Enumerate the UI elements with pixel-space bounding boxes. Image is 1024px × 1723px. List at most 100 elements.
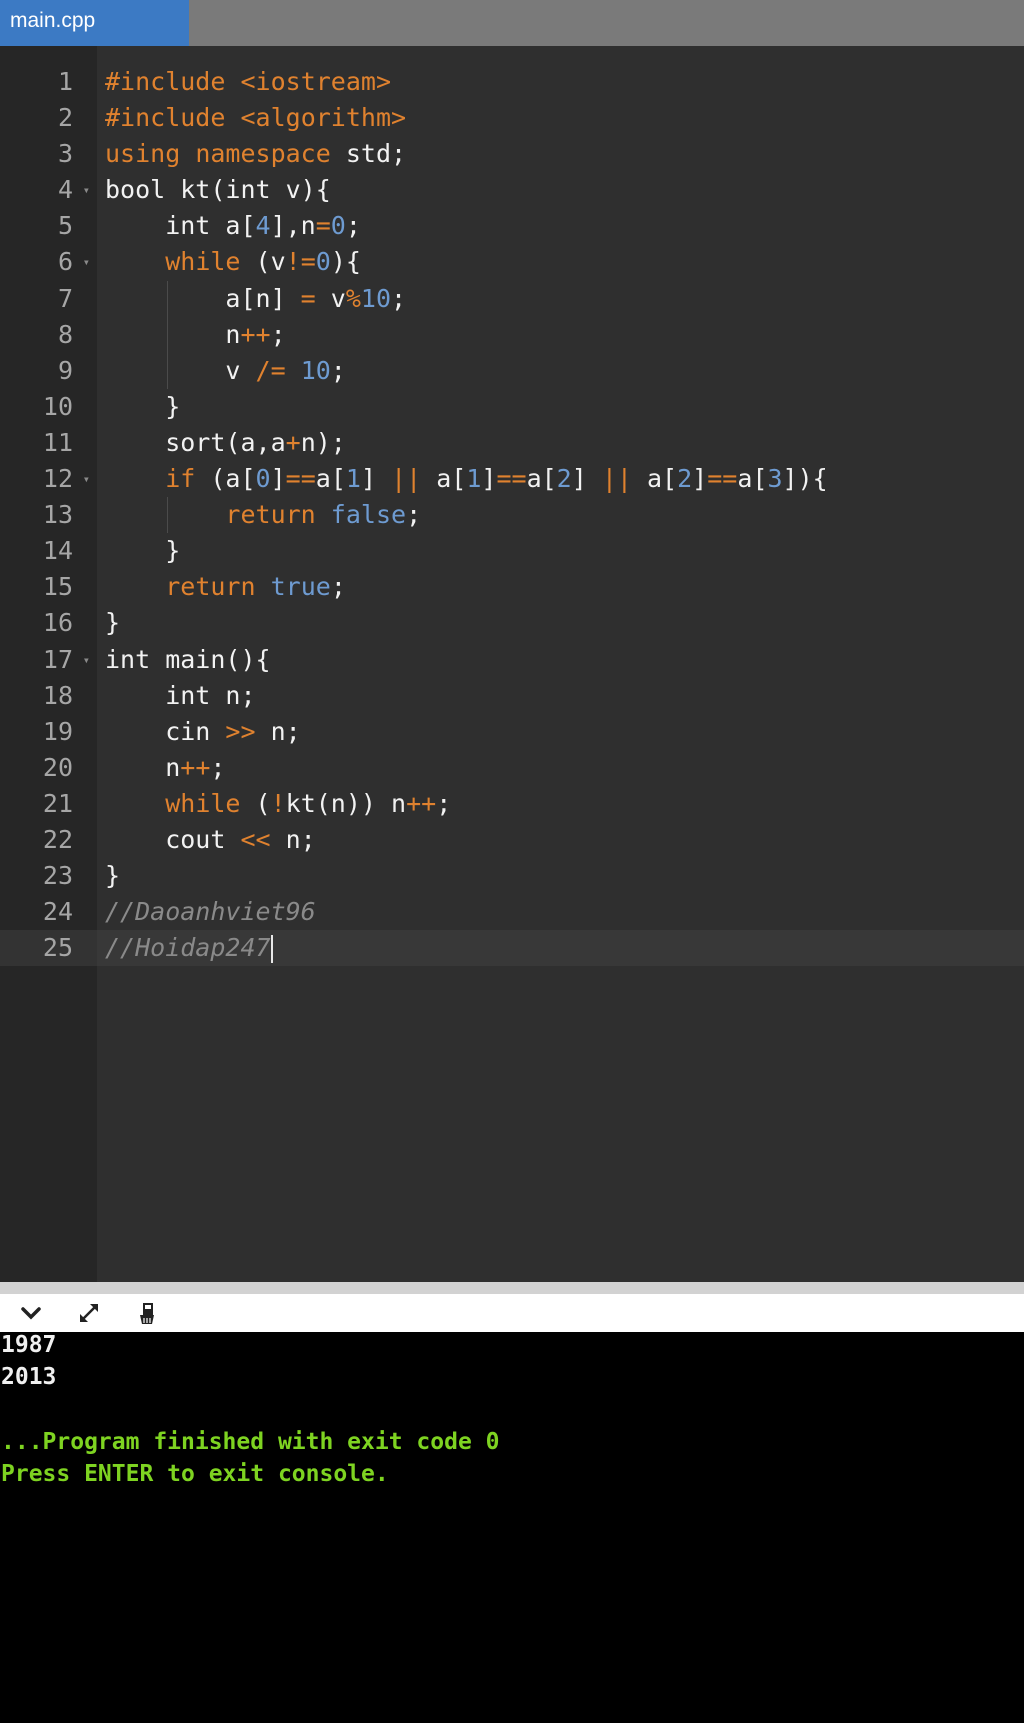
code-line[interactable]: 10 } (0, 389, 1024, 425)
line-number: 14 (0, 533, 97, 569)
code-line[interactable]: 6 ▾ while (v!=0){ (0, 244, 1024, 280)
exit-code-message: ...Program finished with exit code 0 (1, 1429, 500, 1455)
code-line[interactable]: 25 //Hoidap247 (0, 930, 1024, 967)
line-number: 20 (0, 750, 97, 786)
fold-toggle-icon[interactable]: ▾ (83, 244, 90, 280)
line-number: 3 (0, 136, 97, 172)
line-number-text: 10 (42, 391, 73, 421)
line-number-text: 13 (42, 500, 73, 530)
line-number: 17 ▾ (0, 642, 97, 678)
line-number-text: 5 (57, 211, 73, 241)
text-cursor (270, 935, 273, 964)
tab-bar: main.cpp (0, 0, 1024, 46)
code-line[interactable]: 19 cin >> n; (0, 714, 1024, 750)
code-text: } (105, 536, 181, 566)
code-text: n++; (105, 752, 226, 782)
line-number: 5 (0, 208, 97, 244)
code-line[interactable]: 4 ▾ bool kt(int v){ (0, 172, 1024, 208)
code-text: #include <iostream> (105, 67, 391, 96)
line-number: 24 (0, 894, 97, 930)
code-line[interactable]: 5 int a[4],n=0; (0, 208, 1024, 244)
console-resize-handle[interactable] (0, 1282, 1024, 1294)
code-line[interactable]: 1 #include <iostream> (0, 64, 1024, 100)
chevron-down-icon[interactable] (16, 1298, 46, 1328)
code-text: return false; (225, 500, 422, 530)
line-number-text: 7 (57, 283, 73, 313)
line-number: 2 (0, 100, 97, 136)
line-number-text: 2 (57, 103, 73, 133)
code-line[interactable]: 8 n++; (0, 316, 1024, 353)
line-number: 4 ▾ (0, 172, 97, 208)
line-number: 11 (0, 425, 97, 461)
line-number: 8 (0, 317, 97, 353)
line-number-text: 16 (42, 608, 73, 638)
code-text: while (v!=0){ (165, 247, 361, 277)
code-line[interactable]: 3 using namespace std; (0, 136, 1024, 172)
line-number-text: 6 (57, 247, 73, 277)
code-line[interactable]: 2 #include <algorithm> (0, 100, 1024, 136)
line-number: 18 (0, 678, 97, 714)
code-text: //Daoanhviet96 (105, 897, 316, 927)
line-number-text: 9 (57, 355, 73, 385)
console-output[interactable]: 1987 2013 ...Program finished with exit … (0, 1332, 1024, 1723)
line-number: 7 (0, 281, 97, 317)
line-number-text: 4 (57, 175, 73, 205)
code-line[interactable]: 12 ▾ if (a[0]==a[1] || a[1]==a[2] || a[2]… (0, 461, 1024, 497)
code-text: n++; (105, 319, 286, 349)
code-text: } (105, 391, 181, 421)
line-number: 16 (0, 605, 97, 641)
line-number-text: 11 (42, 427, 73, 457)
line-number-text: 1 (57, 67, 73, 96)
console-output-line: 1987 (1, 1332, 57, 1358)
line-number-text: 23 (42, 861, 73, 891)
code-line[interactable]: 15 return true; (0, 569, 1024, 605)
code-line[interactable]: 11 sort(a,a+n); (0, 425, 1024, 461)
press-enter-message: Press ENTER to exit console. (1, 1461, 389, 1487)
code-text: while (!kt(n)) n++; (165, 788, 452, 818)
code-text: #include <algorithm> (105, 103, 407, 133)
code-line[interactable]: 7 a[n] = v%10; (0, 280, 1024, 317)
line-number-text: 8 (57, 319, 73, 349)
code-text: //Hoidap247 (105, 933, 273, 964)
line-number-text: 12 (42, 464, 73, 494)
code-line[interactable]: 16} (0, 605, 1024, 641)
code-line[interactable]: 23} (0, 858, 1024, 894)
code-text: } (105, 608, 121, 638)
code-line[interactable]: 21 while (!kt(n)) n++; (0, 786, 1024, 822)
code-line[interactable]: 13 return false; (0, 497, 1024, 534)
line-number-text: 20 (42, 752, 73, 782)
code-text: cin >> n; (105, 716, 301, 746)
code-text: return true; (165, 572, 346, 602)
code-line[interactable]: 24 //Daoanhviet96 (0, 894, 1024, 930)
line-number: 19 (0, 714, 97, 750)
code-text: using namespace std; (105, 139, 407, 169)
line-number-text: 21 (42, 788, 73, 818)
fold-toggle-icon[interactable]: ▾ (83, 642, 90, 678)
code-editor[interactable]: 1 #include <iostream> 2 #include <algorithm… (0, 46, 1024, 1282)
line-number-text: 24 (42, 897, 73, 927)
code-text: v /= 10; (105, 355, 346, 385)
code-line[interactable]: 9 v /= 10; (0, 352, 1024, 389)
line-number-text: 17 (42, 644, 73, 674)
fold-toggle-icon[interactable]: ▾ (83, 172, 90, 208)
line-number: 23 (0, 858, 97, 894)
code-line[interactable]: 22 cout << n; (0, 822, 1024, 858)
code-line[interactable]: 14 } (0, 533, 1024, 569)
line-number-text: 19 (42, 716, 73, 746)
code-text: cout << n; (105, 824, 316, 854)
line-number-text: 15 (42, 572, 73, 602)
code-line[interactable]: 18 int n; (0, 678, 1024, 714)
tab-main-cpp[interactable]: main.cpp (0, 0, 189, 46)
code-line[interactable]: 17 ▾ int main(){ (0, 642, 1024, 678)
expand-icon[interactable] (74, 1298, 104, 1328)
code-text: a[n] = v%10; (105, 283, 407, 313)
clear-console-icon[interactable] (132, 1298, 162, 1328)
line-number: 1 (0, 64, 97, 100)
fold-toggle-icon[interactable]: ▾ (83, 461, 90, 497)
code-line[interactable]: 20 n++; (0, 750, 1024, 786)
console-toolbar (0, 1294, 1024, 1332)
code-lines: 1 #include <iostream> 2 #include <algorithm… (0, 64, 1024, 967)
line-number: 13 (0, 497, 97, 533)
line-number: 21 (0, 786, 97, 822)
code-text: int main(){ (105, 644, 271, 674)
